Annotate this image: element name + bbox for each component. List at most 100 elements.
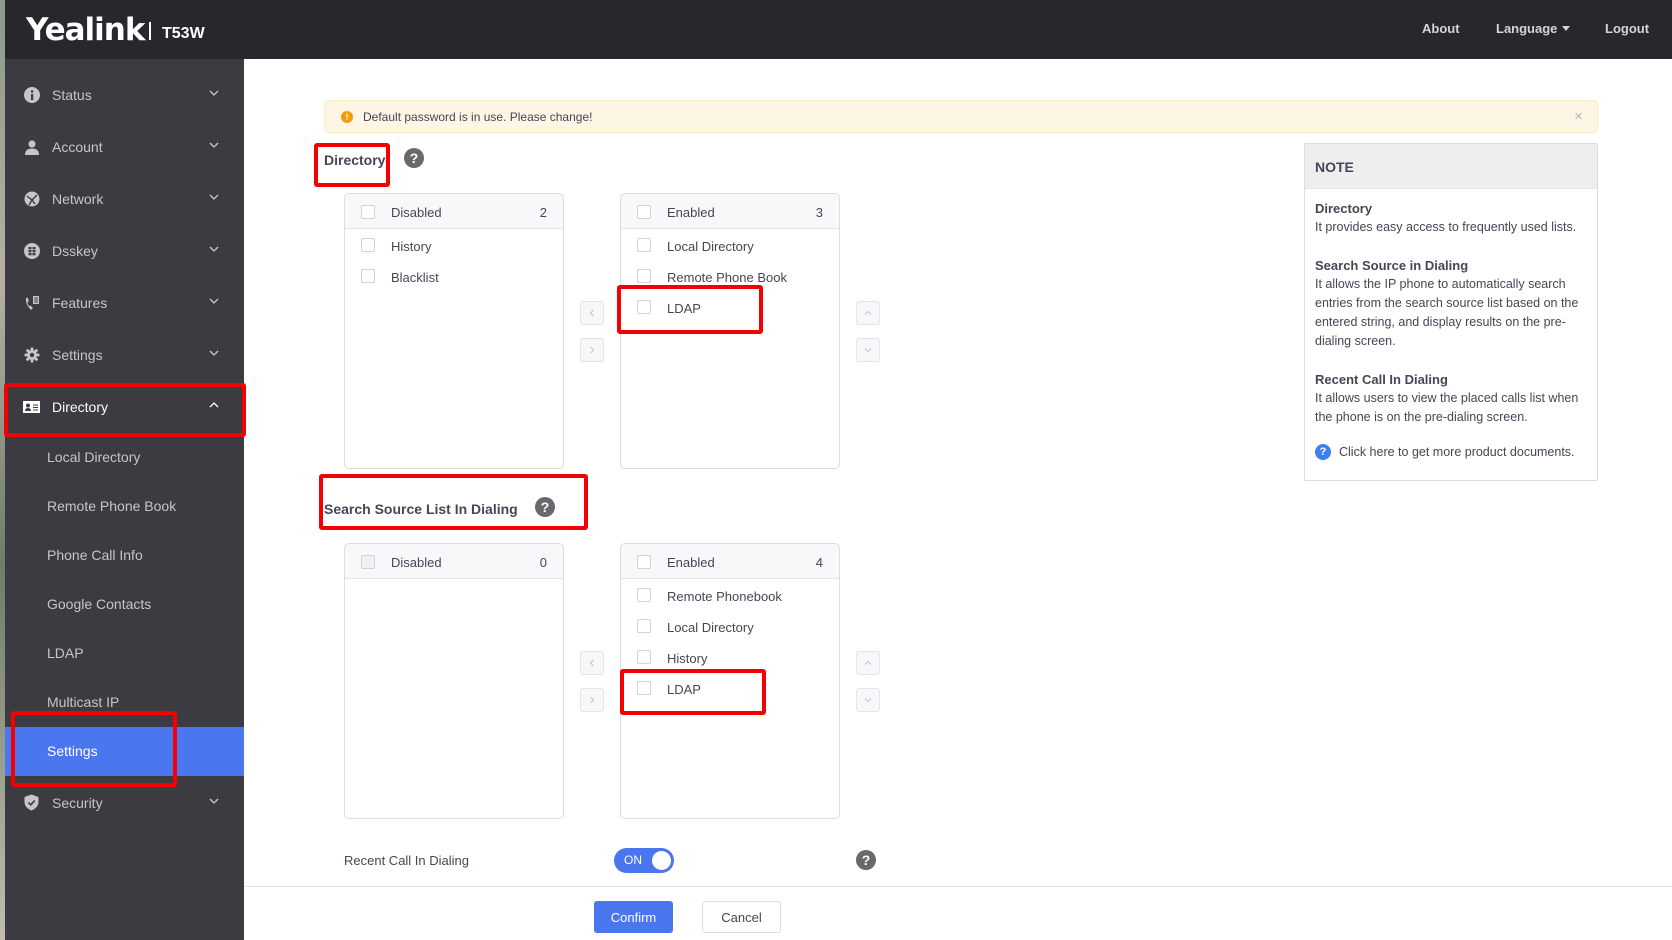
- item-checkbox[interactable]: [637, 619, 651, 633]
- sidebar-subitem-label: Multicast IP: [47, 694, 120, 710]
- list-item[interactable]: Local Directory: [621, 231, 839, 262]
- alert-text: Default password is in use. Please chang…: [363, 110, 593, 124]
- item-checkbox[interactable]: [637, 588, 651, 602]
- select-all-checkbox[interactable]: [361, 205, 375, 219]
- logout-link[interactable]: Logout: [1605, 21, 1649, 36]
- sidebar-item-security[interactable]: Security: [5, 777, 244, 829]
- sidebar-item-directory[interactable]: Directory: [5, 381, 244, 433]
- sidebar-item-dsskey[interactable]: Dsskey: [5, 225, 244, 277]
- move-right-button[interactable]: [580, 338, 604, 362]
- chevron-down-icon: [864, 698, 872, 703]
- select-all-checkbox[interactable]: [637, 555, 651, 569]
- list-item[interactable]: Blacklist: [345, 262, 563, 293]
- sidebar-subitem-label: LDAP: [47, 645, 84, 661]
- info-icon: [23, 86, 40, 103]
- search-source-section-title: Search Source List In Dialing: [324, 501, 518, 517]
- note-header: NOTE: [1305, 144, 1597, 189]
- toggle-knob: [652, 851, 671, 870]
- sidebar-subitem-ldap[interactable]: LDAP: [5, 629, 244, 678]
- toggle-state-text: ON: [624, 853, 642, 867]
- chevron-down-icon: [209, 246, 219, 252]
- chevron-down-icon: [209, 798, 219, 804]
- list-item[interactable]: LDAP: [621, 293, 839, 324]
- item-checkbox[interactable]: [361, 238, 375, 252]
- item-checkbox[interactable]: [637, 650, 651, 664]
- list-count: 2: [539, 205, 547, 220]
- note-title: NOTE: [1315, 159, 1354, 175]
- item-label: History: [391, 239, 432, 254]
- chevron-down-icon: [209, 142, 219, 148]
- list-item[interactable]: Remote Phonebook: [621, 581, 839, 612]
- list-item[interactable]: Local Directory: [621, 612, 839, 643]
- sidebar-subitem-remote-phone-book[interactable]: Remote Phone Book: [5, 482, 244, 531]
- select-all-checkbox[interactable]: [637, 205, 651, 219]
- help-icon[interactable]: ?: [856, 850, 876, 870]
- shield-icon: [23, 794, 40, 811]
- sidebar-subitem-multicast-ip[interactable]: Multicast IP: [5, 678, 244, 727]
- move-up-button[interactable]: [856, 301, 880, 325]
- move-left-button[interactable]: [580, 651, 604, 675]
- confirm-button[interactable]: Confirm: [594, 901, 673, 933]
- footer-divider: [244, 886, 1672, 887]
- recent-call-toggle[interactable]: ON: [614, 848, 674, 873]
- list-item[interactable]: History: [345, 231, 563, 262]
- sidebar-item-label: Directory: [52, 399, 109, 415]
- sidebar-item-settings[interactable]: Settings: [5, 329, 244, 381]
- move-left-button[interactable]: [580, 301, 604, 325]
- sidebar-subitem-settings[interactable]: Settings: [5, 727, 244, 776]
- sidebar-item-account[interactable]: Account: [5, 121, 244, 173]
- sidebar-item-network[interactable]: Network: [5, 173, 244, 225]
- sidebar-subitem-local-directory[interactable]: Local Directory: [5, 433, 244, 482]
- note-text: It allows users to view the placed calls…: [1315, 391, 1579, 424]
- item-label: History: [667, 651, 708, 666]
- chevron-right-icon: [590, 696, 595, 704]
- close-icon[interactable]: ×: [1574, 108, 1583, 125]
- sidebar-subitem-label: Phone Call Info: [47, 547, 143, 563]
- sidebar-subitem-label: Settings: [47, 743, 98, 759]
- sidebar-subitem-label: Local Directory: [47, 449, 141, 465]
- item-checkbox[interactable]: [637, 269, 651, 283]
- item-checkbox[interactable]: [361, 269, 375, 283]
- sidebar-subitem-label: Google Contacts: [47, 596, 152, 612]
- item-label: Local Directory: [667, 239, 754, 254]
- default-password-alert: ! Default password is in use. Please cha…: [324, 100, 1598, 133]
- search-source-disabled-list: Disabled 0: [344, 543, 564, 819]
- about-link[interactable]: About: [1422, 21, 1460, 36]
- help-icon[interactable]: ?: [404, 148, 424, 168]
- list-title: Disabled: [391, 555, 442, 570]
- logo-divider: [149, 22, 151, 40]
- chevron-down-icon: [209, 298, 219, 304]
- item-checkbox[interactable]: [637, 238, 651, 252]
- note-panel: NOTE Directory It provides easy access t…: [1304, 143, 1598, 481]
- move-right-button[interactable]: [580, 688, 604, 712]
- note-heading: Recent Call In Dialing: [1315, 372, 1448, 387]
- move-down-button[interactable]: [856, 338, 880, 362]
- sidebar-item-features[interactable]: Features: [5, 277, 244, 329]
- note-heading: Directory: [1315, 201, 1373, 216]
- list-item[interactable]: Remote Phone Book: [621, 262, 839, 293]
- help-icon[interactable]: ?: [535, 497, 555, 517]
- sidebar-item-label: Network: [52, 191, 104, 207]
- list-item[interactable]: LDAP: [621, 674, 839, 705]
- chevron-down-icon: [209, 90, 219, 96]
- cancel-button[interactable]: Cancel: [702, 901, 781, 933]
- chevron-right-icon: [590, 346, 595, 354]
- sidebar-subitem-google-contacts[interactable]: Google Contacts: [5, 580, 244, 629]
- select-all-checkbox[interactable]: [361, 555, 375, 569]
- sidebar-item-status[interactable]: Status: [5, 69, 244, 121]
- move-up-button[interactable]: [856, 651, 880, 675]
- sidebar-subitem-phone-call-info[interactable]: Phone Call Info: [5, 531, 244, 580]
- item-checkbox[interactable]: [637, 681, 651, 695]
- recent-call-label: Recent Call In Dialing: [344, 853, 470, 868]
- move-down-button[interactable]: [856, 688, 880, 712]
- product-documents-link[interactable]: ? Click here to get more product documen…: [1315, 444, 1587, 460]
- item-label: Remote Phonebook: [667, 589, 782, 604]
- list-item[interactable]: History: [621, 643, 839, 674]
- language-label: Language: [1496, 21, 1558, 36]
- item-checkbox[interactable]: [637, 300, 651, 314]
- item-label: Remote Phone Book: [667, 270, 787, 285]
- user-icon: [23, 138, 40, 155]
- search-source-enabled-list: Enabled 4 Remote Phonebook Local Directo…: [620, 543, 840, 819]
- link-text: Click here to get more product documents…: [1339, 445, 1575, 459]
- language-dropdown[interactable]: Language: [1496, 21, 1571, 36]
